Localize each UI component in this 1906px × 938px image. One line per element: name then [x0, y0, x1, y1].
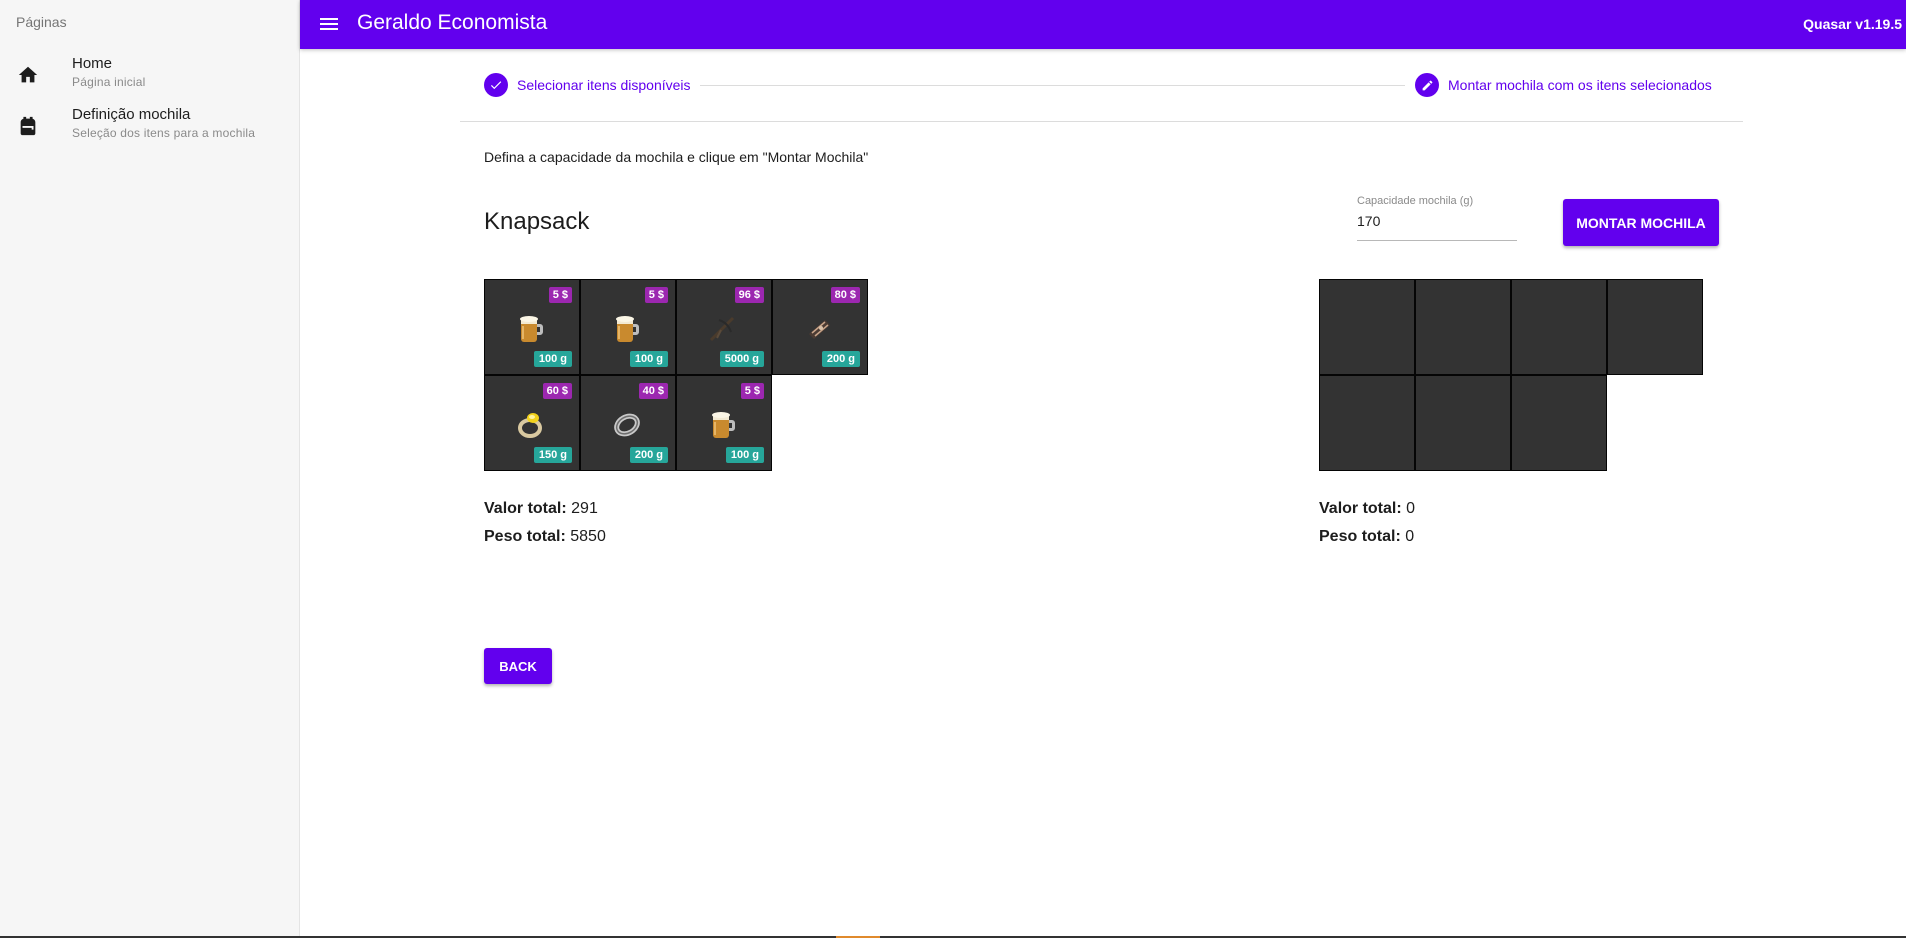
sidebar-item-definicao-mochila[interactable]: Definição mochila Seleção dos itens para… [0, 103, 299, 153]
price-badge: 60 $ [542, 383, 572, 399]
version-label: Quasar v1.19.5 [1803, 16, 1902, 32]
item-cell[interactable]: 60 $ 150 g [484, 375, 580, 471]
drawer-header: Páginas [16, 14, 67, 30]
price-badge: 96 $ [734, 287, 764, 303]
sidebar-item-label: Home [72, 55, 113, 72]
knapsack-slot[interactable] [1319, 279, 1415, 375]
beer-mug-icon [513, 310, 549, 346]
knapsack-slot[interactable] [1607, 279, 1703, 375]
sidebar-item-home[interactable]: Home Página inicial [0, 52, 299, 102]
knapsack-slot[interactable] [1511, 375, 1607, 471]
instructions-text: Defina a capacidade da mochila e clique … [484, 149, 869, 165]
step-montar-mochila[interactable]: Montar mochila com os itens selecionados [1415, 72, 1712, 98]
page-title: Knapsack [484, 208, 590, 235]
price-badge: 5 $ [548, 287, 572, 303]
total-value-row: Valor total: 0 [1319, 495, 1415, 523]
item-cell[interactable]: 5 $ 100 g [484, 279, 580, 375]
sidebar-item-caption: Página inicial [72, 75, 146, 89]
beer-mug-icon [609, 310, 645, 346]
silver-ring-icon [609, 406, 645, 442]
weight-badge: 100 g [533, 351, 572, 367]
step-label: Montar mochila com os itens selecionados [1448, 77, 1712, 93]
item-cell[interactable]: 40 $ 200 g [580, 375, 676, 471]
available-totals: Valor total: 291 Peso total: 5850 [484, 495, 606, 551]
edit-icon [1415, 73, 1439, 97]
step-label: Selecionar itens disponíveis [517, 77, 691, 93]
app-header: Geraldo Economista Quasar v1.19.5 [300, 0, 1906, 49]
check-icon [484, 73, 508, 97]
weight-badge: 5000 g [719, 351, 764, 367]
weight-badge: 100 g [629, 351, 668, 367]
capacity-label: Capacidade mochila (g) [1357, 195, 1474, 207]
knapsack-slot[interactable] [1319, 375, 1415, 471]
knapsack-slot[interactable] [1415, 375, 1511, 471]
item-cell[interactable]: 5 $ 100 g [676, 375, 772, 471]
knapsack-totals: Valor total: 0 Peso total: 0 [1319, 495, 1415, 551]
beer-mug-icon [705, 406, 741, 442]
crossbow-icon [705, 310, 741, 346]
menu-button[interactable] [316, 12, 342, 36]
price-badge: 80 $ [830, 287, 860, 303]
backpack-icon [17, 115, 39, 137]
menu-icon [316, 18, 342, 40]
knapsack-slot[interactable] [1415, 279, 1511, 375]
price-badge: 5 $ [644, 287, 668, 303]
app-title: Geraldo Economista [357, 11, 548, 34]
item-cell[interactable]: 96 $ 5000 g [676, 279, 772, 375]
item-cell[interactable]: 80 $ 200 g [772, 279, 868, 375]
price-badge: 5 $ [740, 383, 764, 399]
total-value-row: Valor total: 291 [484, 495, 606, 523]
montar-mochila-button[interactable]: MONTAR MOCHILA [1563, 199, 1719, 246]
back-button[interactable]: BACK [484, 648, 552, 684]
total-weight-label: Peso total: [484, 528, 566, 545]
navigation-drawer: Páginas Home Página inicial Definição mo… [0, 0, 300, 938]
stepper-divider [460, 121, 1743, 122]
total-weight-label: Peso total: [1319, 528, 1401, 545]
capacity-input[interactable] [1357, 213, 1515, 229]
available-items-grid: 5 $ 100 g 5 $ 100 g 96 $ 5000 g 80 $ 200 g 60 $ 1… [484, 279, 868, 471]
total-weight: 0 [1405, 528, 1415, 545]
total-value: 291 [571, 500, 598, 517]
gold-ring-icon [513, 406, 549, 442]
total-weight-row: Peso total: 5850 [484, 523, 606, 551]
total-value: 0 [1406, 500, 1416, 517]
capacity-field[interactable]: Capacidade mochila (g) [1357, 193, 1517, 241]
total-value-label: Valor total: [484, 500, 567, 517]
weight-badge: 200 g [629, 447, 668, 463]
weight-badge: 150 g [533, 447, 572, 463]
step-selecionar-itens[interactable]: Selecionar itens disponíveis [484, 72, 691, 98]
knapsack-grid [1319, 279, 1703, 471]
weight-badge: 100 g [725, 447, 764, 463]
bracer-icon [801, 310, 837, 346]
price-badge: 40 $ [638, 383, 668, 399]
total-weight: 5850 [570, 528, 606, 545]
weight-badge: 200 g [821, 351, 860, 367]
step-connector [700, 85, 1405, 86]
total-weight-row: Peso total: 0 [1319, 523, 1415, 551]
home-icon [17, 64, 39, 86]
total-value-label: Valor total: [1319, 500, 1402, 517]
item-cell[interactable]: 5 $ 100 g [580, 279, 676, 375]
sidebar-item-caption: Seleção dos itens para a mochila [72, 126, 256, 140]
knapsack-slot[interactable] [1511, 279, 1607, 375]
sidebar-item-label: Definição mochila [72, 106, 191, 123]
